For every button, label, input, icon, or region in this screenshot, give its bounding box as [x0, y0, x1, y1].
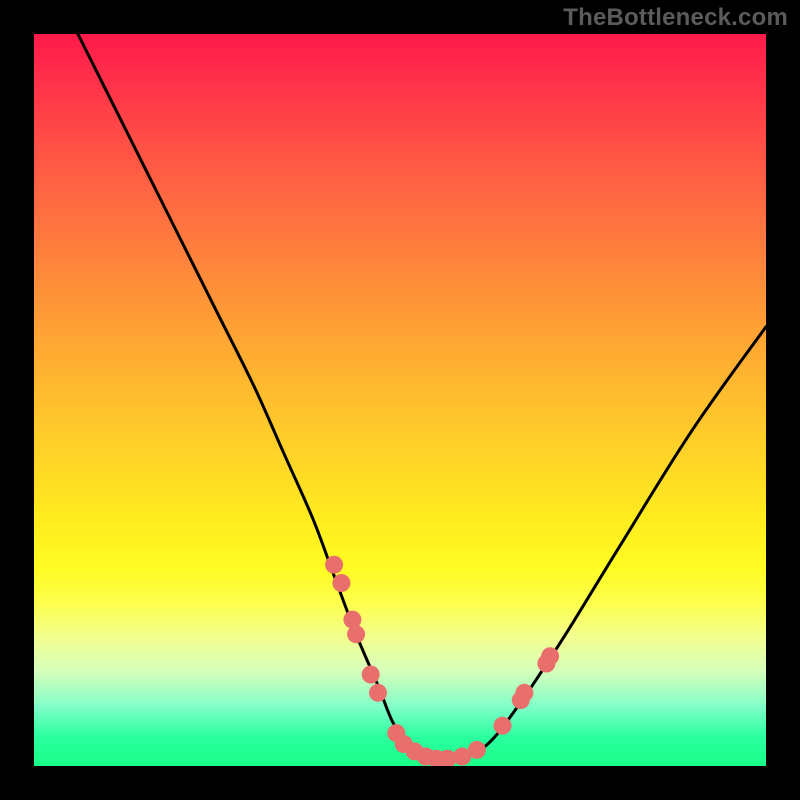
curve-marker — [325, 556, 343, 574]
curve-marker — [362, 666, 380, 684]
curve-marker — [347, 625, 365, 643]
plot-area — [34, 34, 766, 766]
curve-marker — [494, 717, 512, 735]
curve-marker — [332, 574, 350, 592]
chart-frame: TheBottleneck.com — [0, 0, 800, 800]
chart-svg — [34, 34, 766, 766]
curve-marker — [369, 684, 387, 702]
curve-marker — [515, 684, 533, 702]
curve-markers — [325, 556, 559, 766]
watermark-label: TheBottleneck.com — [563, 4, 788, 32]
curve-marker — [468, 741, 486, 759]
curve-marker — [541, 647, 559, 665]
bottleneck-curve — [78, 34, 766, 759]
